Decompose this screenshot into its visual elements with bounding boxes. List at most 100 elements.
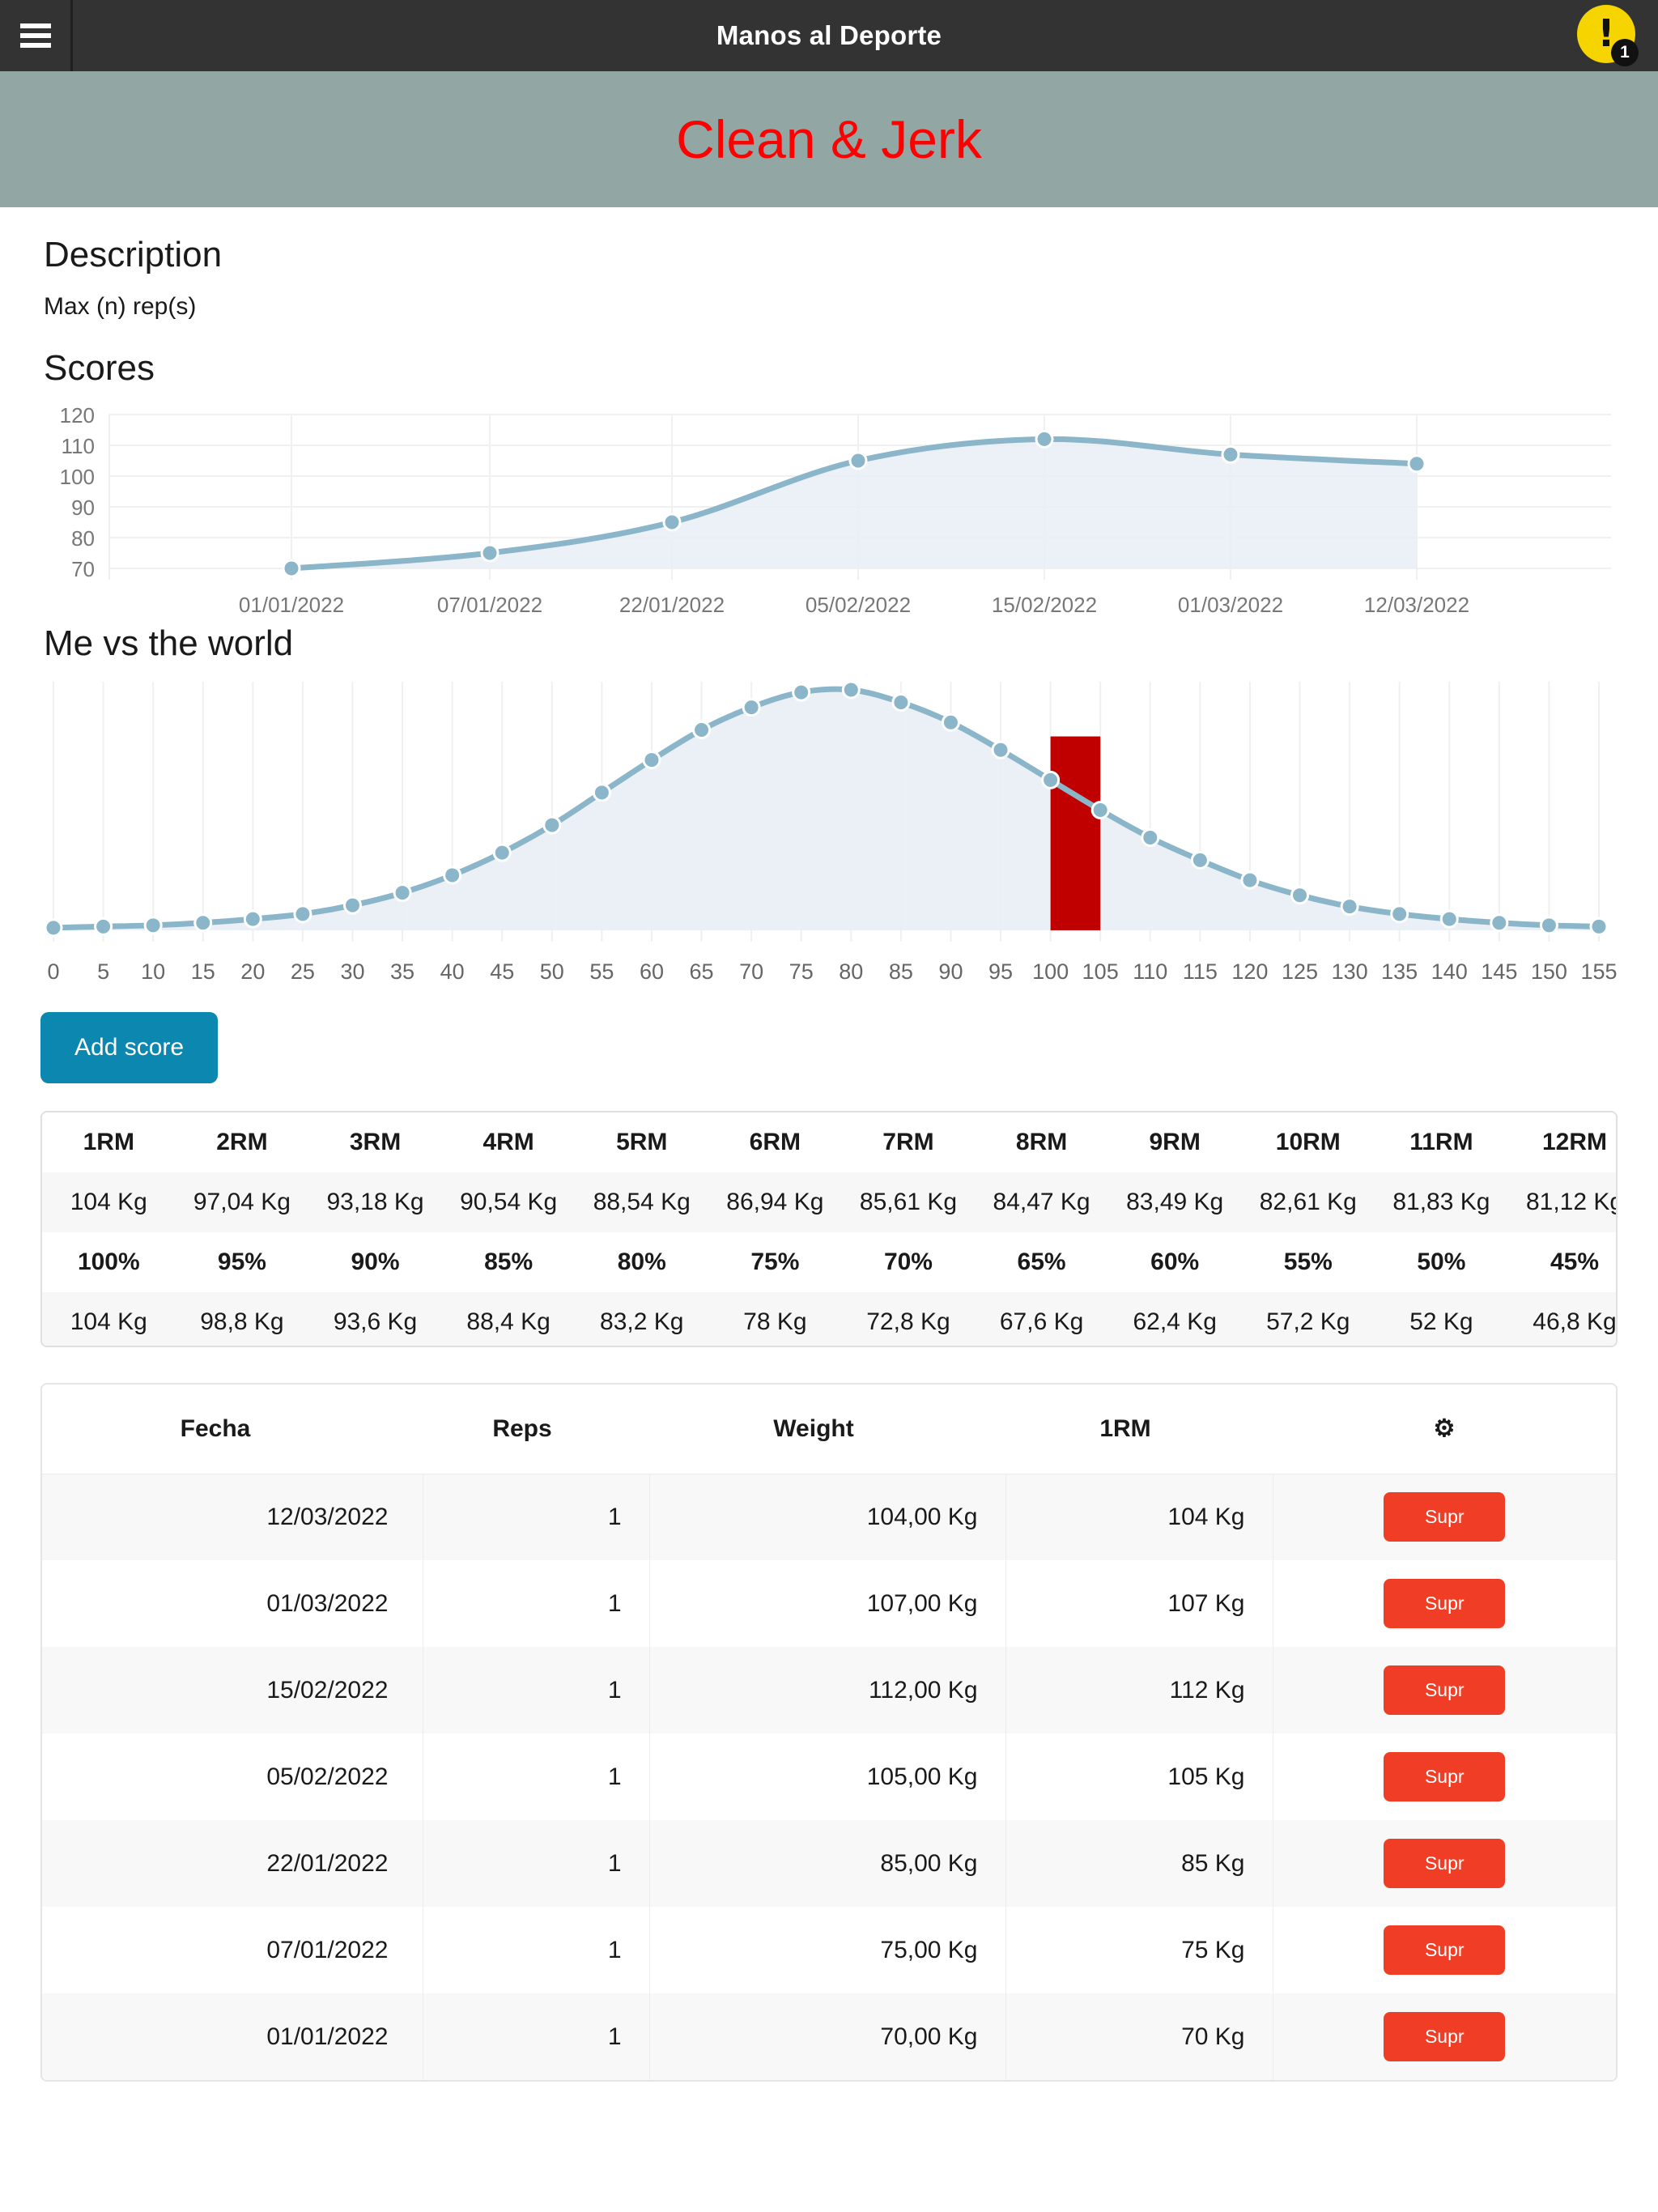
data-point	[1221, 445, 1240, 464]
rm-percent-cell: 55%	[1241, 1232, 1375, 1292]
column-header-1rm[interactable]: 1RM	[1005, 1385, 1273, 1474]
page-title: Clean & Jerk	[676, 109, 982, 169]
data-point	[1190, 850, 1209, 870]
cell-weight: 85,00 Kg	[649, 1820, 1006, 1907]
rm-weight-cell: 97,04 Kg	[175, 1172, 309, 1232]
x-axis-tick-label: 155	[1580, 959, 1617, 984]
rm-percent-cell: 100%	[42, 1232, 176, 1292]
x-axis-tick-label: 135	[1381, 959, 1418, 984]
data-point	[1290, 886, 1310, 905]
data-point	[492, 843, 512, 862]
cell-1rm: 104 Kg	[1005, 1474, 1273, 1560]
column-header-fecha[interactable]: Fecha	[42, 1385, 423, 1474]
column-header-weight[interactable]: Weight	[649, 1385, 1005, 1474]
table-header-row: Fecha Reps Weight 1RM ⚙	[42, 1385, 1616, 1474]
rm-header-cell: 3RM	[308, 1112, 442, 1172]
x-axis-tick-label: 115	[1183, 959, 1218, 984]
settings-icon[interactable]: ⚙	[1434, 1415, 1456, 1442]
table-row: 05/02/2022 1 105,00 Kg 105 Kg Supr	[42, 1733, 1616, 1820]
cell-reps: 1	[423, 1647, 650, 1733]
x-axis-tick-label: 25	[291, 959, 315, 984]
data-point	[941, 713, 960, 732]
x-axis-tick-label: 120	[1231, 959, 1268, 984]
x-axis-tick-label: 100	[1032, 959, 1069, 984]
cell-reps: 1	[423, 1474, 650, 1560]
data-point	[443, 866, 462, 885]
data-point	[1589, 917, 1609, 936]
column-header-reps[interactable]: Reps	[423, 1385, 649, 1474]
data-point	[1390, 904, 1409, 924]
x-axis-tick-label: 75	[789, 959, 814, 984]
cell-fecha: 15/02/2022	[42, 1647, 423, 1733]
me-vs-world-chart-svg: 0 5 10 15 20 25 30 35 40 45 50 55 60 65 70 75 80 85 90 95 10…	[44, 680, 1618, 984]
cell-reps: 1	[423, 1993, 650, 2080]
x-axis-tick-label: 22/01/2022	[619, 593, 725, 615]
rm-percent-weight-cell: 62,4 Kg	[1107, 1292, 1242, 1346]
x-axis-tick-label: 145	[1481, 959, 1517, 984]
add-score-button[interactable]: Add score	[40, 1012, 219, 1083]
data-point	[1490, 913, 1509, 933]
x-axis-tick-label: 50	[540, 959, 564, 984]
data-point	[1539, 916, 1558, 935]
rm-weight-cell: 82,61 Kg	[1241, 1172, 1375, 1232]
x-axis-tick-label: 60	[640, 959, 664, 984]
notifications-button[interactable]: ! 1	[1577, 5, 1639, 66]
x-axis-tick-label: 90	[938, 959, 963, 984]
rm-percent-cell: 95%	[175, 1232, 309, 1292]
scores-chart: 70 80 90 100 110 120 01/01/2022 07/01/2022 22/01…	[0, 405, 1658, 615]
delete-row-button[interactable]: Supr	[1384, 1665, 1506, 1715]
delete-row-button[interactable]: Supr	[1384, 1925, 1506, 1975]
cell-actions: Supr	[1273, 1560, 1616, 1647]
area-fill	[53, 689, 1599, 930]
rm-percent-cell: 45%	[1507, 1232, 1616, 1292]
x-axis-tick-label: 15	[191, 959, 215, 984]
table-row: 07/01/2022 1 75,00 Kg 75 Kg Supr	[42, 1907, 1616, 1993]
delete-row-button[interactable]: Supr	[1384, 2012, 1506, 2061]
delete-row-button[interactable]: Supr	[1384, 1579, 1506, 1628]
app-title: Manos al Deporte	[716, 20, 942, 50]
data-point	[243, 909, 262, 929]
rm-percent-weight-cell: 52 Kg	[1375, 1292, 1508, 1346]
rm-percent-weight-cell: 93,6 Kg	[308, 1292, 442, 1346]
x-axis-tick-label: 40	[440, 959, 465, 984]
x-axis-tick-label: 110	[1133, 959, 1167, 984]
rm-percent-cell: 85%	[441, 1232, 576, 1292]
cell-fecha: 01/01/2022	[42, 1993, 423, 2080]
table-row: 12/03/2022 1 104,00 Kg 104 Kg Supr	[42, 1474, 1616, 1560]
data-point	[642, 751, 661, 770]
data-point	[1035, 429, 1054, 449]
delete-row-button[interactable]: Supr	[1384, 1839, 1506, 1888]
table-row: 01/03/2022 1 107,00 Kg 107 Kg Supr	[42, 1560, 1616, 1647]
data-point	[692, 721, 712, 739]
rm-header-cell: 8RM	[975, 1112, 1108, 1172]
cell-fecha: 22/01/2022	[42, 1820, 423, 1907]
me-vs-world-chart: 0 5 10 15 20 25 30 35 40 45 50 55 60 65 70 75 80 85 90 95 10…	[0, 675, 1658, 999]
rm-percent-weight-cell: 98,8 Kg	[175, 1292, 309, 1346]
rm-header-cell: 6RM	[708, 1112, 842, 1172]
description-text: Max (n) rep(s)	[44, 293, 197, 320]
delete-row-button[interactable]: Supr	[1384, 1752, 1506, 1802]
cell-1rm: 85 Kg	[1005, 1820, 1273, 1907]
rm-weight-cell: 88,54 Kg	[575, 1172, 709, 1232]
rm-weight-cell: 81,83 Kg	[1375, 1172, 1508, 1232]
delete-row-button[interactable]: Supr	[1384, 1492, 1506, 1542]
rm-header-cell: 2RM	[175, 1112, 309, 1172]
column-header-actions[interactable]: ⚙	[1273, 1385, 1616, 1474]
cell-1rm: 112 Kg	[1005, 1647, 1273, 1733]
rm-weight-cell: 85,61 Kg	[841, 1172, 976, 1232]
cell-fecha: 07/01/2022	[42, 1907, 423, 1993]
data-point	[193, 913, 213, 933]
data-point	[1340, 897, 1359, 917]
y-axis-tick-label: 90	[71, 496, 95, 520]
data-point	[393, 883, 412, 903]
top-navbar: Manos al Deporte ! 1	[0, 0, 1658, 71]
x-axis-tick-label: 01/01/2022	[239, 593, 344, 615]
description-heading: Description	[44, 235, 223, 274]
world-heading: Me vs the world	[44, 623, 294, 663]
rm-header-cell: 11RM	[1375, 1112, 1508, 1172]
data-point	[94, 917, 113, 936]
cell-fecha: 05/02/2022	[42, 1733, 423, 1820]
rm-weight-cell: 90,54 Kg	[441, 1172, 576, 1232]
rm-weight-cell: 81,12 Kg	[1507, 1172, 1616, 1232]
rm-table-percent-weights-row: 104 Kg 98,8 Kg 93,6 Kg 88,4 Kg 83,2 Kg 78 Kg 7…	[42, 1292, 1616, 1346]
